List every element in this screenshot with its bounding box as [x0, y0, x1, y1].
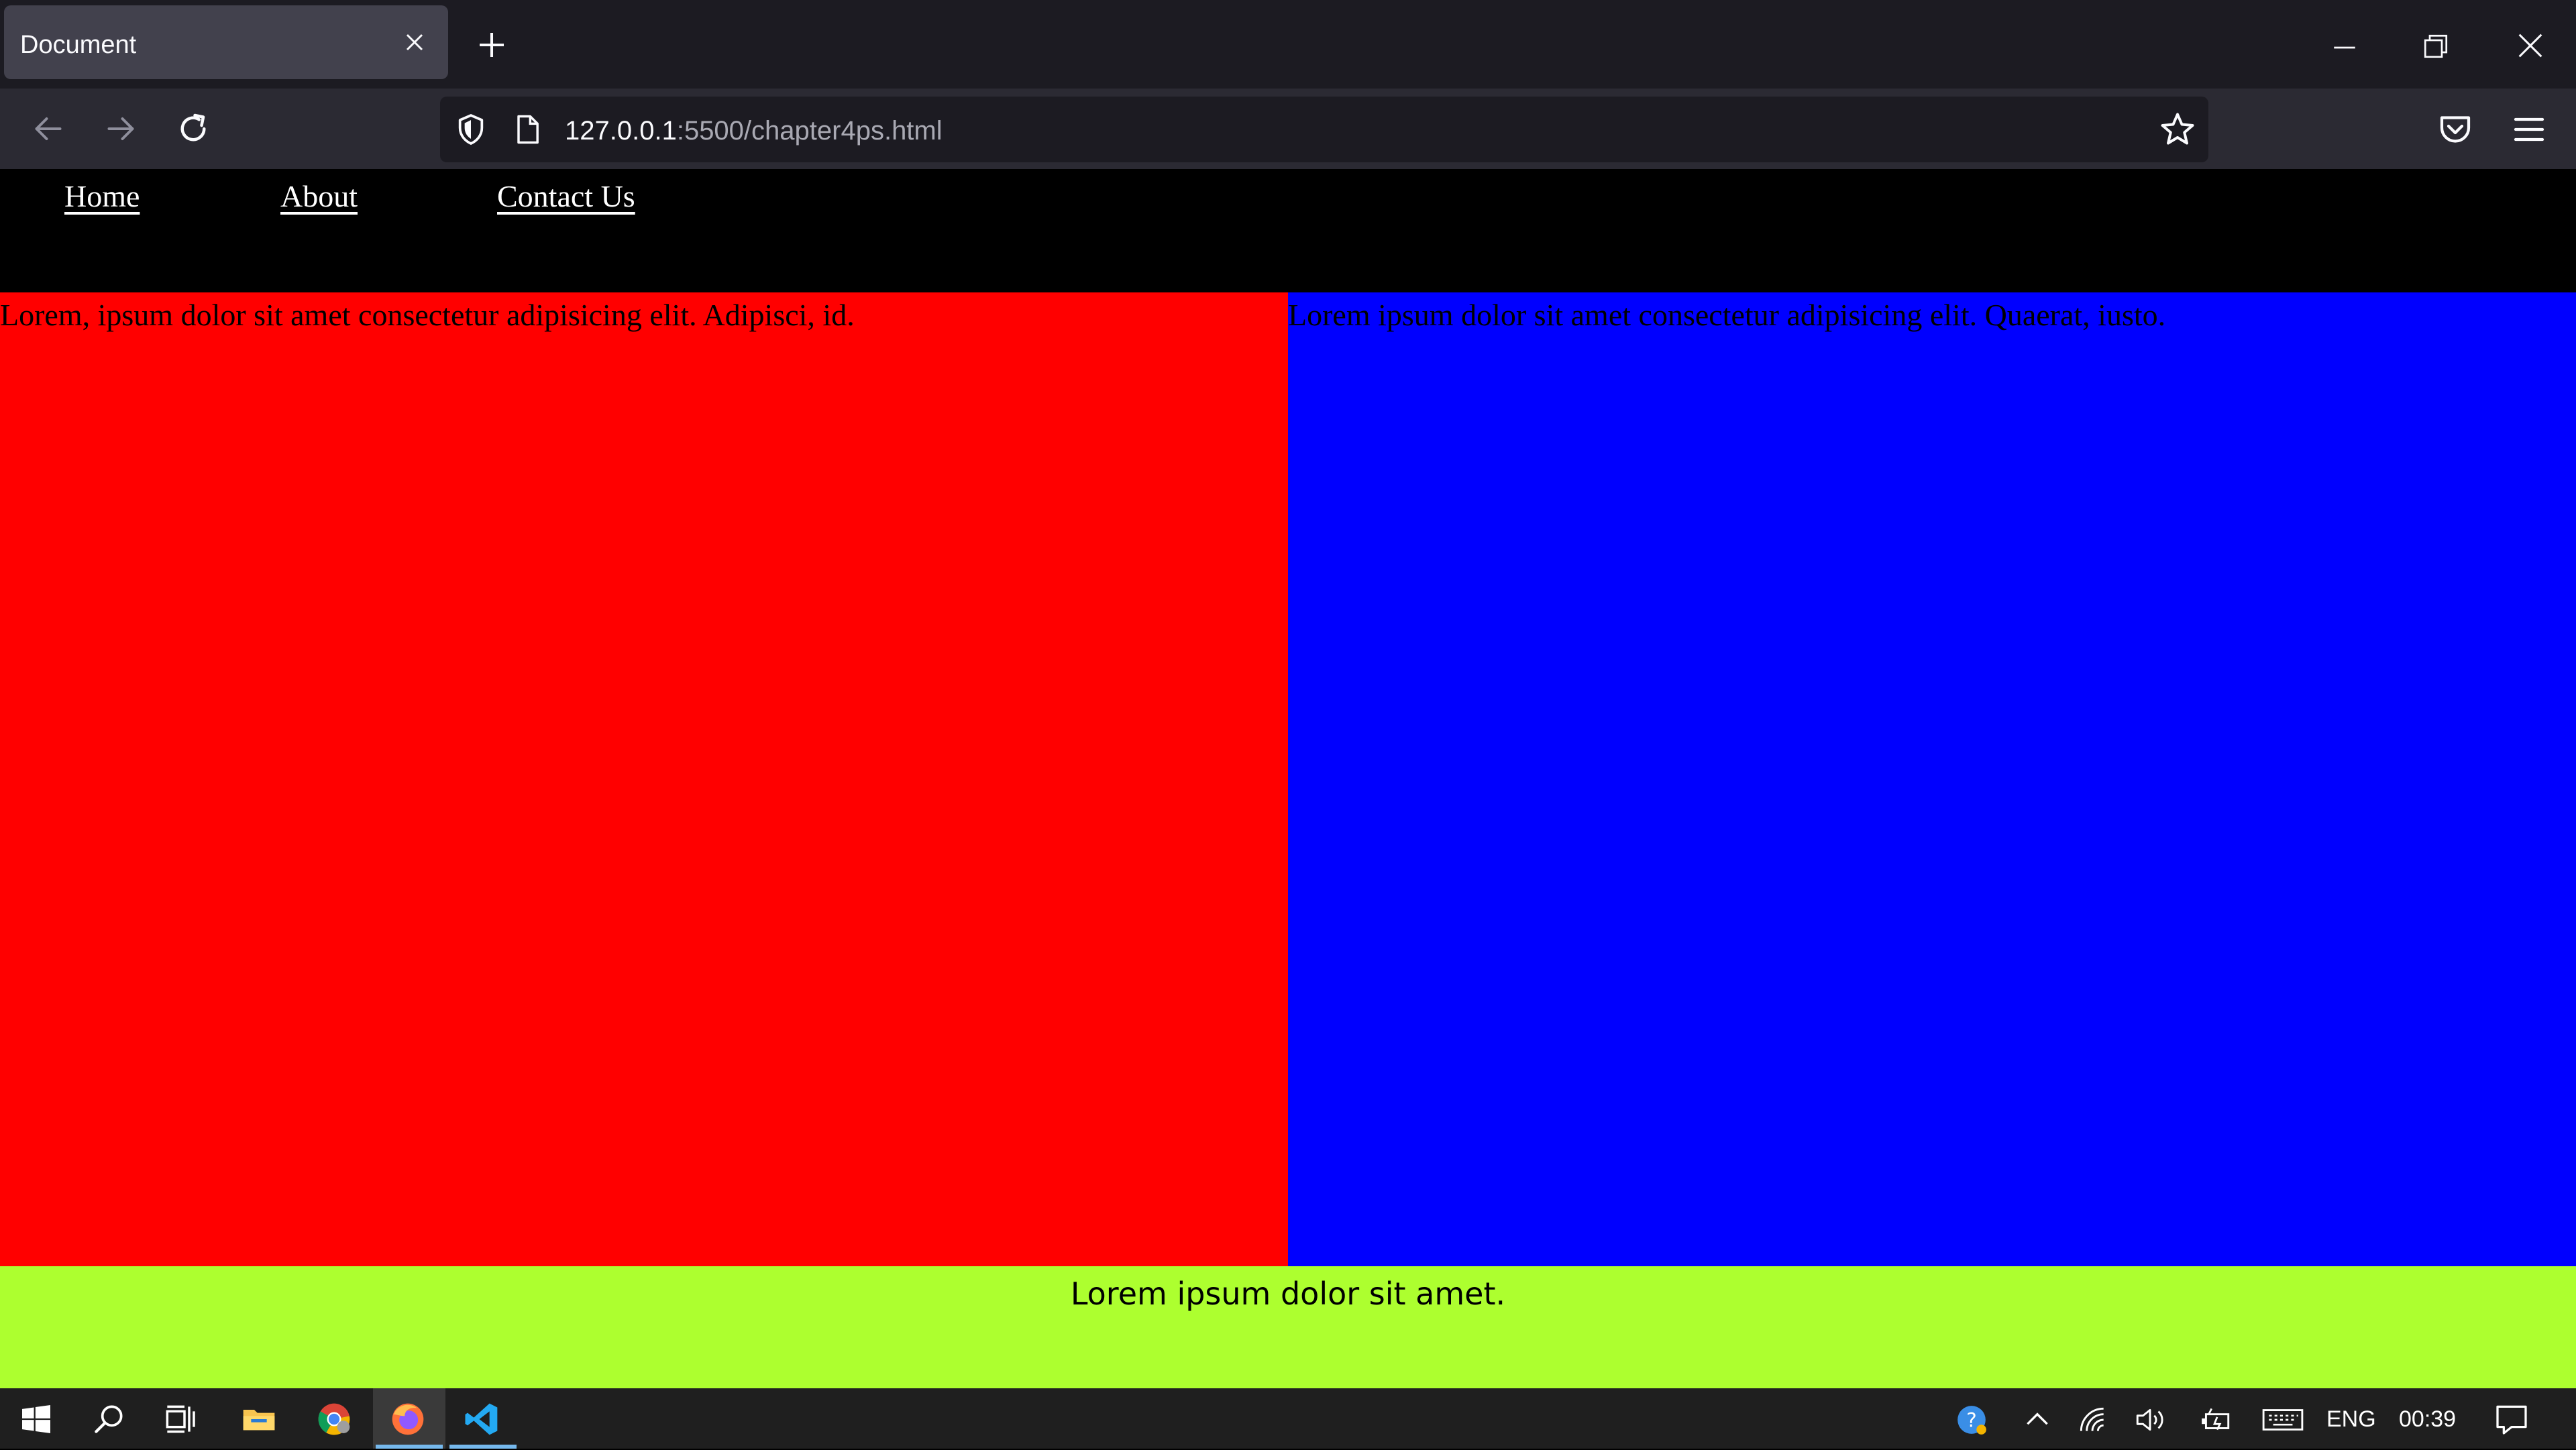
tab-document[interactable]: Document [4, 5, 448, 79]
nav-link-contact-us[interactable]: Contact Us [497, 174, 635, 219]
firefox-icon[interactable] [389, 1400, 427, 1438]
battery-charging-icon[interactable] [2199, 1403, 2233, 1437]
reload-icon[interactable] [173, 109, 213, 149]
url-text[interactable]: 127.0.0.1:5500/chapter4ps.html [565, 97, 943, 162]
url-path: :5500/chapter4ps.html [676, 116, 943, 146]
svg-text:?: ? [1966, 1408, 1976, 1431]
pocket-icon[interactable] [2435, 109, 2475, 150]
nav-link-home[interactable]: Home [64, 174, 140, 219]
chrome-icon[interactable] [315, 1400, 353, 1438]
system-clock[interactable]: 00:39 [2399, 1388, 2456, 1450]
file-explorer-icon[interactable] [240, 1400, 278, 1438]
web-page: Home About Contact Us Lorem, ipsum dolor… [0, 169, 2576, 1388]
hamburger-menu-icon[interactable] [2509, 109, 2549, 150]
volume-icon[interactable] [2133, 1403, 2167, 1437]
right-column: Lorem ipsum dolor sit amet consectetur a… [1288, 292, 2576, 1266]
keyboard-icon[interactable] [2261, 1403, 2305, 1437]
page-icon [517, 115, 539, 144]
site-navigation: Home About Contact Us [0, 169, 2576, 292]
back-arrow-icon[interactable] [28, 109, 68, 149]
vscode-icon[interactable] [463, 1400, 500, 1438]
minimize-icon[interactable] [2326, 30, 2363, 66]
vscode-running-indicator [449, 1445, 517, 1449]
nav-link-about[interactable]: About [280, 174, 358, 219]
input-language[interactable]: ENG [2326, 1388, 2376, 1450]
tab-title: Document [20, 31, 137, 59]
task-view-icon[interactable] [161, 1400, 199, 1438]
firefox-running-indicator [376, 1445, 443, 1449]
right-column-text: Lorem ipsum dolor sit amet consectetur a… [1288, 298, 2166, 332]
notifications-icon[interactable] [2493, 1400, 2530, 1438]
close-tab-icon[interactable] [400, 27, 429, 57]
wifi-icon[interactable] [2076, 1403, 2109, 1437]
bookmark-star-icon[interactable] [2157, 109, 2198, 150]
footer: Lorem ipsum dolor sit amet. [0, 1266, 2576, 1388]
tab-bar: Document [0, 0, 2576, 89]
forward-arrow-icon[interactable] [101, 109, 141, 149]
search-icon[interactable] [90, 1400, 127, 1438]
shield-icon[interactable] [452, 111, 490, 148]
chevron-up-icon[interactable] [2021, 1403, 2054, 1437]
windows-start-icon[interactable] [17, 1400, 55, 1438]
left-column: Lorem, ipsum dolor sit amet consectetur … [0, 292, 1288, 1266]
url-host: 127.0.0.1 [565, 116, 677, 146]
help-icon[interactable]: ? [1955, 1403, 1988, 1437]
restore-icon[interactable] [2418, 28, 2454, 64]
new-tab-icon[interactable] [474, 27, 510, 63]
close-window-icon[interactable] [2512, 27, 2549, 64]
left-column-text: Lorem, ipsum dolor sit amet consectetur … [0, 298, 855, 332]
taskbar: ? ENG 00:39 [0, 1388, 2576, 1449]
footer-text: Lorem ipsum dolor sit amet. [1070, 1276, 1506, 1312]
